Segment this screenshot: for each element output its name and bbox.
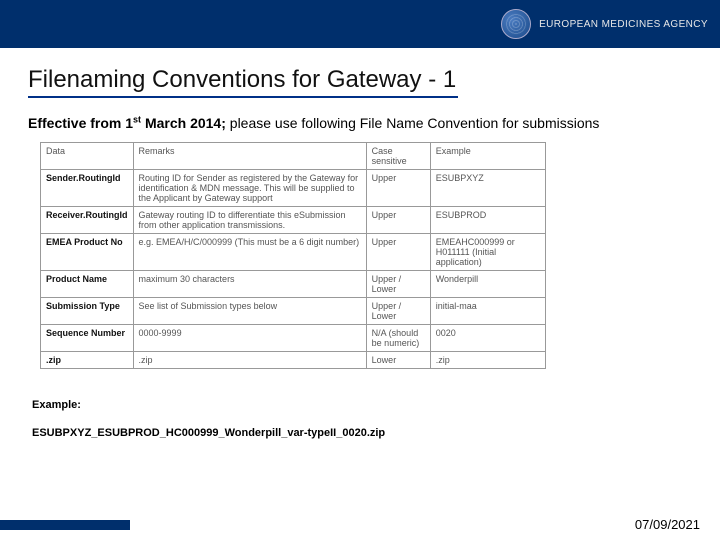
table-row: Submission Type See list of Submission t…: [41, 297, 546, 324]
intro-sup: st: [133, 114, 141, 124]
footer-accent-bar: [0, 520, 130, 530]
cell-remarks: 0000-9999: [133, 324, 366, 351]
table-row: Sender.RoutingId Routing ID for Sender a…: [41, 169, 546, 206]
th-remarks: Remarks: [133, 142, 366, 169]
table-header-row: Data Remarks Case sensitive Example: [41, 142, 546, 169]
cell-data: Sender.RoutingId: [41, 169, 134, 206]
th-data: Data: [41, 142, 134, 169]
cell-remarks: e.g. EMEA/H/C/000999 (This must be a 6 d…: [133, 233, 366, 270]
intro-text: Effective from 1st March 2014; please us…: [28, 112, 692, 136]
convention-table: Data Remarks Case sensitive Example Send…: [40, 142, 546, 369]
cell-data: EMEA Product No: [41, 233, 134, 270]
cell-data: Product Name: [41, 270, 134, 297]
table-row: Receiver.RoutingId Gateway routing ID to…: [41, 206, 546, 233]
th-case: Case sensitive: [366, 142, 430, 169]
cell-example: Wonderpill: [430, 270, 545, 297]
cell-data: Submission Type: [41, 297, 134, 324]
cell-data: Sequence Number: [41, 324, 134, 351]
cell-example: .zip: [430, 351, 545, 368]
example-label: Example:: [32, 399, 692, 411]
ema-logo-icon: [501, 9, 531, 39]
cell-remarks: See list of Submission types below: [133, 297, 366, 324]
cell-case: Lower: [366, 351, 430, 368]
cell-case: Upper: [366, 169, 430, 206]
header-bar: EUROPEAN MEDICINES AGENCY: [0, 0, 720, 48]
title-underline: [28, 96, 458, 98]
intro-bold-suffix: March 2014;: [141, 115, 226, 131]
table-row: Sequence Number 0000-9999 N/A (should be…: [41, 324, 546, 351]
intro-bold-prefix: Effective from 1: [28, 115, 133, 131]
table-row: .zip .zip Lower .zip: [41, 351, 546, 368]
cell-remarks: .zip: [133, 351, 366, 368]
footer-date: 07/09/2021: [635, 517, 700, 532]
footer: 07/09/2021: [0, 517, 720, 532]
cell-remarks: Routing ID for Sender as registered by t…: [133, 169, 366, 206]
brand-text: EUROPEAN MEDICINES AGENCY: [539, 19, 708, 30]
th-example: Example: [430, 142, 545, 169]
cell-case: Upper / Lower: [366, 270, 430, 297]
example-filename: ESUBPXYZ_ESUBPROD_HC000999_Wonderpill_va…: [32, 427, 692, 439]
table-row: EMEA Product No e.g. EMEA/H/C/000999 (Th…: [41, 233, 546, 270]
cell-data: Receiver.RoutingId: [41, 206, 134, 233]
slide-content: Filenaming Conventions for Gateway - 1 E…: [0, 48, 720, 439]
cell-remarks: maximum 30 characters: [133, 270, 366, 297]
intro-rest: please use following File Name Conventio…: [226, 115, 600, 131]
cell-example: ESUBPROD: [430, 206, 545, 233]
cell-case: Upper: [366, 233, 430, 270]
cell-case: Upper / Lower: [366, 297, 430, 324]
page-title: Filenaming Conventions for Gateway - 1: [28, 66, 692, 94]
cell-example: ESUBPXYZ: [430, 169, 545, 206]
cell-data: .zip: [41, 351, 134, 368]
cell-example: 0020: [430, 324, 545, 351]
cell-example: initial-maa: [430, 297, 545, 324]
cell-case: N/A (should be numeric): [366, 324, 430, 351]
cell-remarks: Gateway routing ID to differentiate this…: [133, 206, 366, 233]
cell-example: EMEAHC000999 or H011111 (Initial applica…: [430, 233, 545, 270]
cell-case: Upper: [366, 206, 430, 233]
table-row: Product Name maximum 30 characters Upper…: [41, 270, 546, 297]
